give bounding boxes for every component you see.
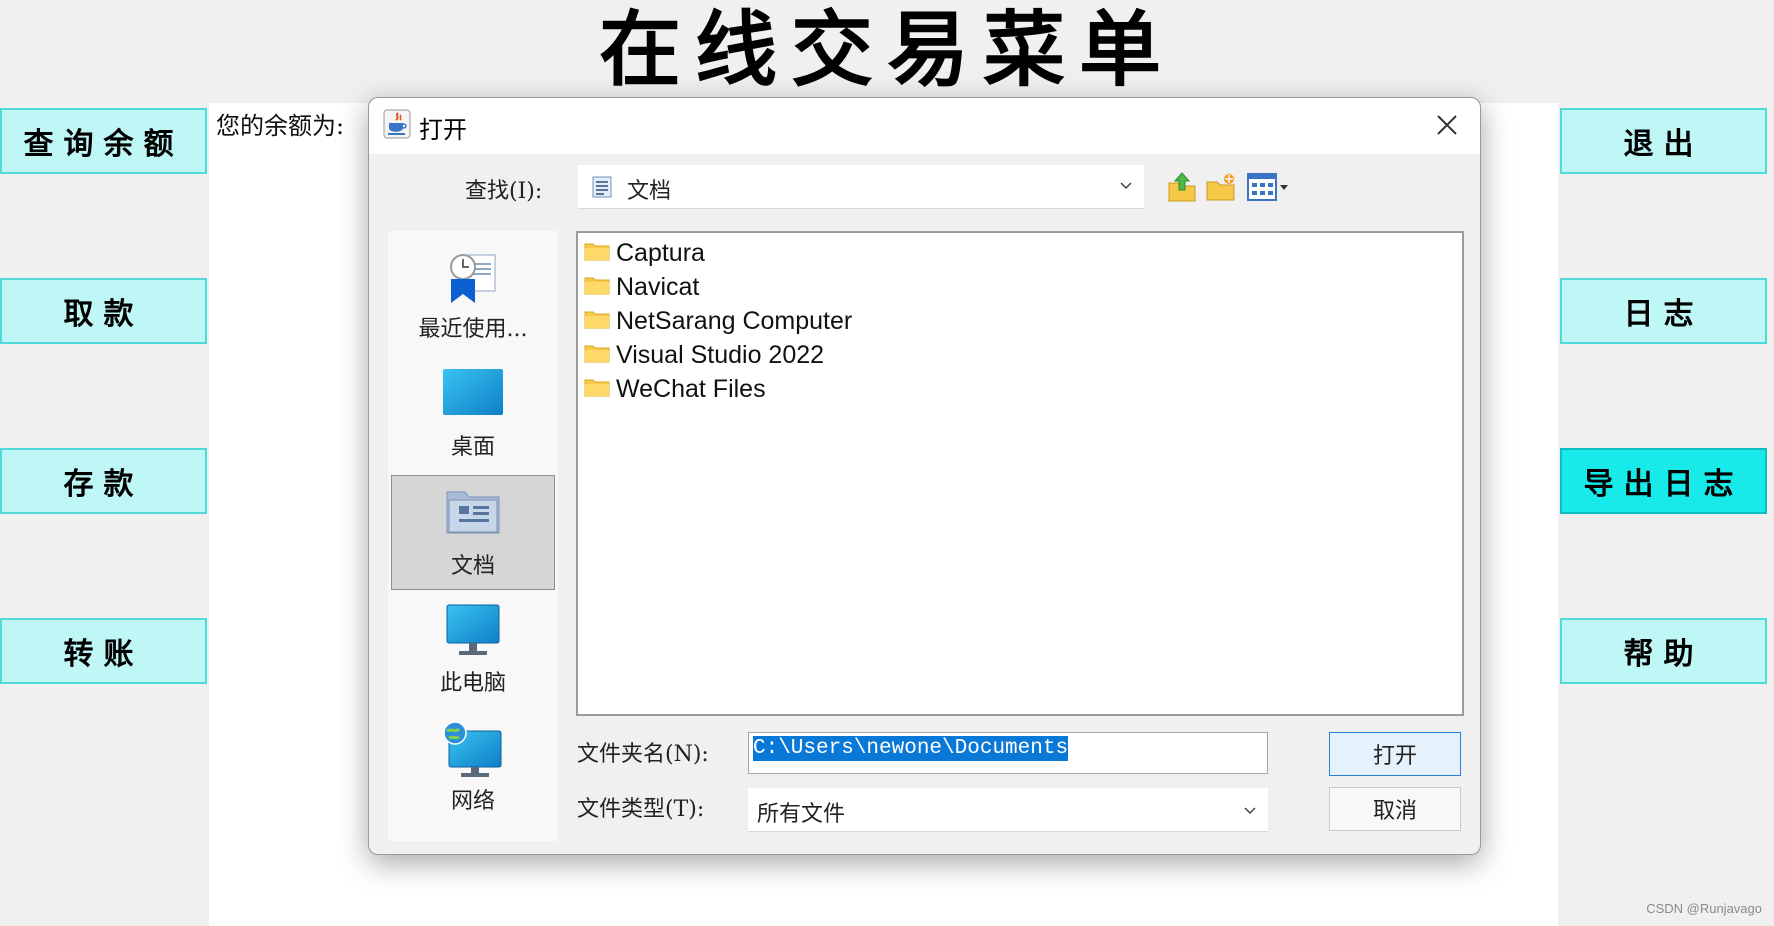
file-name: NetSarang Computer (616, 306, 853, 335)
place-this-pc[interactable]: 此电脑 (391, 593, 555, 708)
exit-button[interactable]: 退出 (1560, 108, 1767, 174)
deposit-button[interactable]: 存款 (0, 448, 207, 514)
open-file-dialog: 打开 查找(I): 文档 最近使用... 桌面 文档 此电脑 网络 Captur… (368, 97, 1481, 855)
dialog-titlebar: 打开 (369, 98, 1480, 154)
dialog-title: 打开 (419, 116, 467, 144)
place-label: 此电脑 (439, 671, 506, 696)
folder-icon (584, 377, 610, 401)
chevron-down-icon (1118, 177, 1134, 197)
place-label: 网络 (450, 789, 495, 814)
place-desktop[interactable]: 桌面 (391, 357, 555, 472)
file-list[interactable]: Captura Navicat NetSarang Computer Visua… (576, 231, 1464, 716)
view-menu-icon[interactable] (1245, 169, 1291, 205)
places-bar: 最近使用... 桌面 文档 此电脑 网络 (388, 231, 558, 841)
cancel-button[interactable]: 取消 (1329, 787, 1461, 831)
close-icon[interactable] (1424, 102, 1470, 148)
log-button[interactable]: 日志 (1560, 278, 1767, 344)
file-name: WeChat Files (616, 374, 766, 403)
file-name: Visual Studio 2022 (616, 340, 825, 369)
watermark: CSDN @Runjavago (1646, 901, 1762, 916)
folder-icon (584, 343, 610, 367)
computer-icon (443, 603, 503, 663)
place-label: 桌面 (450, 435, 495, 460)
file-name: Captura (616, 238, 705, 267)
folder-name-value: C:\Users\newone\Documents (753, 736, 1069, 761)
look-in-dropdown[interactable]: 文档 (578, 165, 1144, 209)
list-item[interactable]: WeChat Files (580, 371, 766, 407)
folder-icon (584, 309, 610, 333)
place-documents[interactable]: 文档 (391, 475, 555, 590)
look-in-value: 文档 (627, 179, 672, 204)
chevron-down-icon (1242, 802, 1258, 822)
place-recent[interactable]: 最近使用... (391, 239, 555, 354)
list-item[interactable]: NetSarang Computer (580, 303, 852, 339)
place-label: 文档 (450, 554, 495, 579)
desktop-icon (441, 367, 505, 421)
list-item[interactable]: Navicat (580, 269, 699, 305)
recent-items-icon (443, 249, 503, 313)
place-network[interactable]: 网络 (391, 711, 555, 826)
new-folder-icon[interactable] (1204, 169, 1238, 205)
java-cup-icon (383, 109, 411, 139)
file-type-label: 文件类型(T): (577, 797, 705, 822)
folder-icon (584, 241, 610, 265)
look-in-label: 查找(I): (465, 179, 543, 204)
withdraw-button[interactable]: 取款 (0, 278, 207, 344)
documents-folder-icon (443, 486, 503, 540)
file-type-value: 所有文件 (757, 802, 846, 827)
file-type-dropdown[interactable]: 所有文件 (748, 788, 1268, 832)
help-button[interactable]: 帮助 (1560, 618, 1767, 684)
open-button[interactable]: 打开 (1329, 732, 1461, 776)
balance-label: 您的余额为: (216, 112, 345, 140)
transfer-button[interactable]: 转账 (0, 618, 207, 684)
up-folder-icon[interactable] (1165, 169, 1199, 205)
app-title: 在线交易菜单 (598, 2, 1175, 98)
folder-name-label: 文件夹名(N): (577, 742, 709, 767)
place-label: 最近使用... (418, 317, 528, 342)
document-icon (592, 176, 612, 202)
list-item[interactable]: Visual Studio 2022 (580, 337, 824, 373)
file-name: Navicat (616, 272, 700, 301)
query-balance-button[interactable]: 查询余额 (0, 108, 207, 174)
network-icon (441, 721, 505, 783)
folder-name-input[interactable]: C:\Users\newone\Documents (748, 732, 1268, 774)
export-log-button[interactable]: 导出日志 (1560, 448, 1767, 514)
list-item[interactable]: Captura (580, 235, 705, 271)
folder-icon (584, 275, 610, 299)
